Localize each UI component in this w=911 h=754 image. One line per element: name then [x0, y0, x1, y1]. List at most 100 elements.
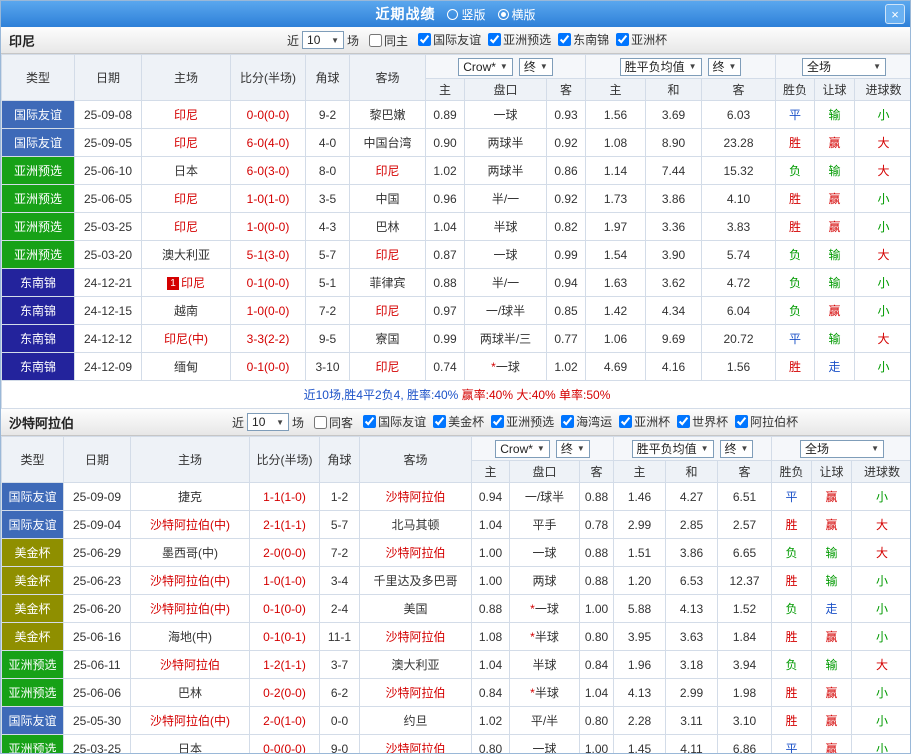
scope-select[interactable]: 全场 ▼: [800, 439, 885, 458]
handicap-cell: 平手: [509, 510, 580, 539]
league-checkbox[interactable]: [677, 415, 691, 428]
league-filter-世界杯[interactable]: 世界杯: [677, 413, 728, 430]
avg-away-cell: 23.28: [700, 128, 777, 157]
corners-cell: 8-0: [305, 156, 350, 185]
league-label: 亚洲杯: [634, 415, 671, 429]
handicap-result-cell: 走: [814, 352, 856, 381]
away-odds-cell: 0.94: [546, 268, 586, 297]
home-odds-cell: 0.88: [471, 594, 510, 623]
scope-select[interactable]: 全场 ▼: [802, 57, 887, 76]
team-name: 沙特阿拉伯: [9, 415, 75, 431]
league-filter-亚洲杯[interactable]: 亚洲杯: [619, 413, 670, 430]
final-avg-select[interactable]: 终 ▼: [707, 57, 742, 76]
recent-count-select[interactable]: 10 ▼: [247, 413, 290, 431]
col-header-date: 日期: [63, 436, 131, 483]
result-cell: 胜: [775, 352, 816, 381]
league-checkbox[interactable]: [363, 415, 377, 428]
away-team-cell: 中国台湾: [349, 128, 426, 157]
league-label: 东南锦: [573, 33, 610, 47]
same-venue-filter[interactable]: 同主: [369, 32, 408, 49]
date-cell: 25-06-06: [63, 678, 131, 707]
league-checkbox[interactable]: [433, 415, 447, 428]
radio-icon: [447, 8, 459, 20]
final-odds-select[interactable]: 终 ▼: [518, 57, 553, 76]
summary-part: 赢率:40%: [458, 388, 514, 402]
league-label: 美金杯: [448, 415, 485, 429]
handicap-cell: 半球: [464, 212, 547, 241]
league-filter-阿拉伯杯[interactable]: 阿拉伯杯: [735, 413, 798, 430]
home-team-cell: 沙特阿拉伯(中): [130, 566, 250, 595]
match-row: 亚洲预选 25-03-25 日本 0-0(0-0) 9-0 沙特阿拉伯 0.80 一球 1.00…: [1, 734, 910, 753]
record-summary: 近10场,胜4平2负4, 胜率:40% 赢率:40% 大:40% 单率:50%: [1, 380, 910, 409]
corners-cell: 5-7: [319, 510, 360, 539]
league-checkbox[interactable]: [558, 33, 572, 46]
away-team-cell: 约旦: [359, 706, 472, 735]
away-odds-cell: 0.88: [579, 482, 614, 511]
final-avg-value: 终: [724, 442, 737, 456]
avg-away-cell: 20.72: [700, 324, 777, 353]
match-row: 美金杯 25-06-29 墨西哥(中) 2-0(0-0) 7-2 沙特阿拉伯 1.00 一球 0…: [1, 538, 910, 567]
date-cell: 24-12-21: [74, 268, 142, 297]
result-cell: 负: [775, 156, 816, 185]
league-checkbox[interactable]: [735, 415, 749, 428]
handicap-result-cell: 赢: [811, 482, 853, 511]
league-filter-国际友谊[interactable]: 国际友谊: [363, 413, 426, 430]
result-cell: 胜: [771, 706, 813, 735]
league-checkbox[interactable]: [491, 415, 505, 428]
same-venue-filter[interactable]: 同客: [314, 414, 353, 431]
filter-bar: 近 10 ▼ 场 同客 国际友谊 美金杯 亚洲预选 海湾运 亚洲杯 世界杯 阿拉伯杯: [232, 413, 798, 431]
scope-value: 全场: [807, 60, 832, 74]
recent-count-select[interactable]: 10 ▼: [302, 31, 345, 49]
league-type-cell: 东南锦: [1, 296, 75, 325]
league-checkbox[interactable]: [418, 33, 432, 46]
league-checkbox[interactable]: [619, 415, 633, 428]
league-filter-海湾运[interactable]: 海湾运: [561, 413, 612, 430]
handicap-result-cell: 赢: [811, 706, 853, 735]
same-venue-checkbox[interactable]: [314, 415, 328, 429]
avg-home-cell: 4.69: [585, 352, 646, 381]
match-row: 国际友谊 25-09-08 印尼 0-0(0-0) 9-2 黎巴嫩 0.89 一球 0.93 1.…: [1, 100, 910, 129]
handicap-result-cell: 输: [811, 650, 853, 679]
layout-option-vertical[interactable]: 竖版: [447, 6, 486, 23]
summary-row: 近10场,胜4平2负4, 胜率:40% 赢率:40% 大:40% 单率:50%: [1, 380, 910, 409]
handicap-cell: 一/球半: [464, 296, 547, 325]
final-avg-select[interactable]: 终 ▼: [719, 439, 754, 458]
avg-away-cell: 15.32: [700, 156, 777, 185]
col-header-home: 主场: [141, 54, 231, 101]
league-filter-国际友谊[interactable]: 国际友谊: [418, 31, 481, 48]
score-cell: 2-0(0-0): [249, 538, 320, 567]
final-odds-select[interactable]: 终 ▼: [555, 439, 590, 458]
odds-source-select[interactable]: Crow* ▼: [495, 439, 550, 458]
date-cell: 25-09-09: [63, 482, 131, 511]
col-header-away: 客场: [359, 436, 472, 483]
close-button[interactable]: ×: [885, 4, 905, 24]
corners-cell: 4-3: [305, 212, 350, 241]
home-odds-cell: 1.00: [471, 566, 510, 595]
avg-away-cell: 3.10: [716, 706, 773, 735]
league-filter-东南锦[interactable]: 东南锦: [558, 31, 609, 48]
home-odds-cell: 1.04: [425, 212, 465, 241]
avg-odds-select[interactable]: 胜平负均值 ▼: [619, 57, 702, 76]
layout-option-horizontal[interactable]: 横版: [497, 6, 536, 23]
avg-draw-cell: 3.86: [645, 184, 702, 213]
handicap-result-cell: 输: [814, 268, 856, 297]
league-type-cell: 东南锦: [1, 324, 75, 353]
sub-header-handicap-result: 让球: [811, 460, 853, 483]
away-team-cell: 沙特阿拉伯: [359, 538, 472, 567]
league-filter-美金杯[interactable]: 美金杯: [433, 413, 484, 430]
same-venue-checkbox[interactable]: [369, 33, 383, 47]
league-filter-亚洲预选[interactable]: 亚洲预选: [488, 31, 551, 48]
avg-draw-cell: 3.63: [665, 622, 718, 651]
recent-count-value: 10: [252, 415, 266, 429]
league-type-cell: 亚洲预选: [1, 212, 75, 241]
league-type-cell: 国际友谊: [1, 706, 64, 735]
avg-away-cell: 4.72: [700, 268, 777, 297]
avg-odds-select[interactable]: 胜平负均值 ▼: [631, 439, 714, 458]
league-checkbox[interactable]: [616, 33, 630, 46]
league-checkbox[interactable]: [488, 33, 502, 46]
league-filter-亚洲杯[interactable]: 亚洲杯: [616, 31, 667, 48]
home-odds-cell: 1.02: [425, 156, 465, 185]
league-filter-亚洲预选[interactable]: 亚洲预选: [491, 413, 554, 430]
league-checkbox[interactable]: [561, 415, 575, 428]
odds-source-select[interactable]: Crow* ▼: [458, 57, 513, 76]
